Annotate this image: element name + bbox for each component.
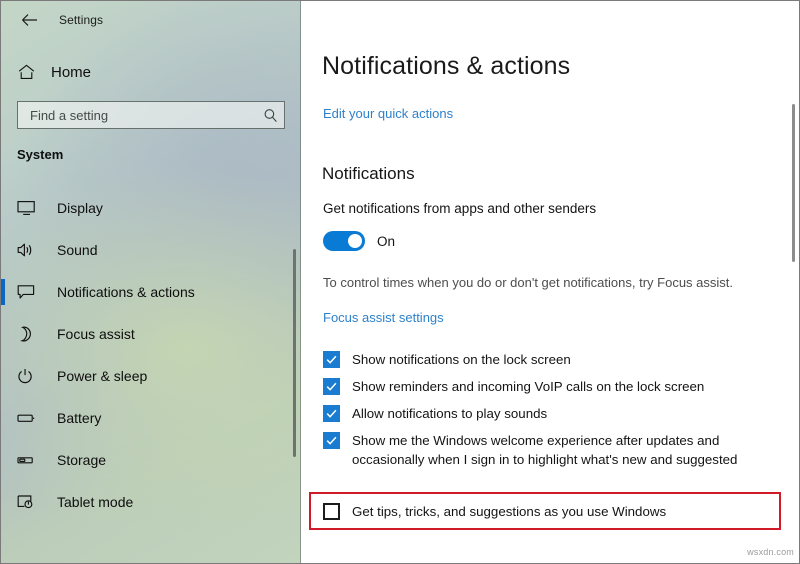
window-title: Settings [59,13,104,27]
page-title: Notifications & actions [322,52,571,80]
sidebar-item-label: Tablet mode [57,494,134,510]
focus-assist-description: To control times when you do or don't ge… [323,275,734,290]
monitor-icon [17,200,45,216]
sidebar: Settings Home System [1,1,301,563]
sidebar-item-tablet-mode[interactable]: Tablet mode [1,481,301,523]
sidebar-item-label: Storage [57,452,107,468]
sidebar-item-display[interactable]: Display [1,187,301,229]
sidebar-item-label: Battery [57,410,102,426]
settings-window: Settings Home System [0,0,800,564]
main-scrollbar[interactable] [792,104,795,262]
storage-icon [17,452,45,468]
edit-quick-actions-link[interactable]: Edit your quick actions [323,106,453,121]
watermark: wsxdn.com [747,547,794,557]
master-toggle-switch[interactable] [323,231,365,251]
home-icon [15,64,37,80]
sidebar-item-battery[interactable]: Battery [1,397,301,439]
selection-indicator [1,279,5,305]
tablet-mode-icon [17,494,45,510]
sidebar-item-focus-assist[interactable]: Focus assist [1,313,301,355]
checkbox-icon[interactable] [323,351,340,368]
master-toggle-label: Get notifications from apps and other se… [323,201,597,216]
back-arrow-icon [21,13,38,27]
notification-icon [17,284,45,300]
checkbox-icon[interactable] [323,503,340,520]
search-input[interactable] [18,102,256,128]
checkbox-icon[interactable] [323,405,340,422]
sidebar-item-home[interactable]: Home [15,57,285,87]
checkbox-row-lock-screen[interactable]: Show notifications on the lock screen [323,350,783,369]
sidebar-item-label: Power & sleep [57,368,148,384]
speaker-icon [17,242,45,258]
sidebar-section-title: System [17,147,64,162]
sidebar-item-label: Focus assist [57,326,135,342]
checkbox-label: Show me the Windows welcome experience a… [352,433,738,467]
checkbox-icon[interactable] [323,432,340,449]
checkbox-row-welcome-experience[interactable]: Show me the Windows welcome experience a… [323,431,783,469]
toggle-knob [348,234,362,248]
sidebar-nav: Display Sound Notifications & actions Fo… [1,187,301,523]
checkbox-label: Show notifications on the lock screen [352,352,571,367]
search-icon[interactable] [256,108,284,123]
search-box[interactable] [17,101,285,129]
checkbox-label: Get tips, tricks, and suggestions as you… [352,503,667,519]
sidebar-item-label: Display [57,200,103,216]
notifications-heading: Notifications [322,164,415,183]
sidebar-item-power-and-sleep[interactable]: Power & sleep [1,355,301,397]
sidebar-item-label: Sound [57,242,98,258]
back-button[interactable] [9,4,49,36]
focus-assist-settings-link[interactable]: Focus assist settings [323,310,444,325]
moon-icon [17,326,45,342]
checkbox-row-play-sounds[interactable]: Allow notifications to play sounds [323,404,783,423]
title-bar: Settings [1,1,301,39]
sidebar-scrollbar[interactable] [293,249,296,457]
checkbox-row-voip-reminders[interactable]: Show reminders and incoming VoIP calls o… [323,377,783,396]
sidebar-item-sound[interactable]: Sound [1,229,301,271]
checkbox-icon[interactable] [323,378,340,395]
master-toggle-state: On [377,233,396,249]
checkbox-label: Show reminders and incoming VoIP calls o… [352,379,705,394]
checkbox-row-tips-tricks[interactable]: Get tips, tricks, and suggestions as you… [323,502,666,520]
main-content: Notifications & actions Edit your quick … [301,1,799,563]
sidebar-home-label: Home [51,63,92,81]
notification-options-list: Show notifications on the lock screen Sh… [323,350,783,477]
master-toggle-row: On [323,231,395,251]
power-icon [17,368,45,384]
battery-icon [17,410,45,426]
sidebar-item-storage[interactable]: Storage [1,439,301,481]
sidebar-item-label: Notifications & actions [57,284,195,300]
checkbox-label: Allow notifications to play sounds [352,406,548,421]
sidebar-item-notifications-and-actions[interactable]: Notifications & actions [1,271,301,313]
